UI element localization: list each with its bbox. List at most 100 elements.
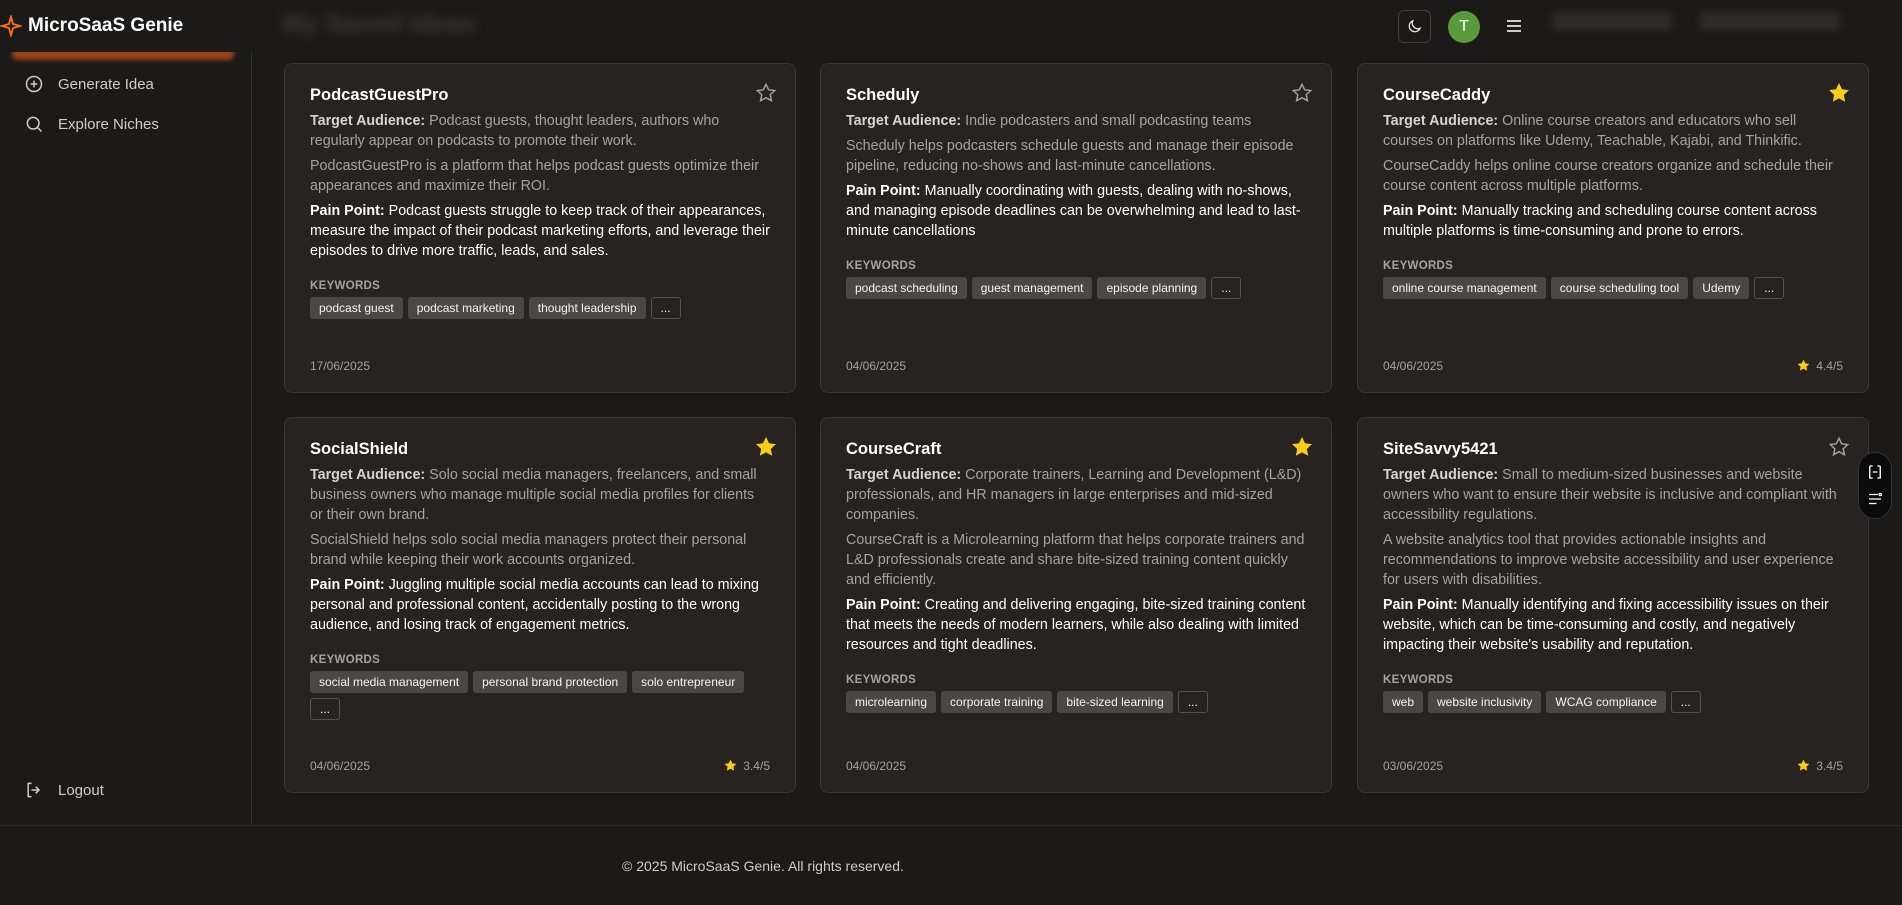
card-description: CourseCaddy helps online course creators… [1383, 158, 1833, 194]
page-title-blurred: My Saved Ideas [282, 8, 476, 38]
card-description: PodcastGuestPro is a platform that helps… [310, 158, 759, 194]
card-footer: 04/06/2025 4.4/5 [1383, 358, 1843, 373]
idea-card[interactable]: CourseCaddy Target Audience: Online cour… [1357, 63, 1869, 393]
sidebar-item-generate-idea[interactable]: Generate Idea [24, 74, 154, 94]
keywords-label: KEYWORDS [310, 280, 381, 292]
rating-value: 4.4/5 [1816, 358, 1843, 373]
logout-icon [27, 782, 41, 798]
card-date: 04/06/2025 [1383, 358, 1444, 373]
keyword-tags: social media management personal brand p… [310, 671, 770, 720]
more-tags-button[interactable]: ... [310, 698, 341, 720]
search-icon [26, 116, 43, 133]
keyword-tag[interactable]: course scheduling tool [1550, 277, 1689, 299]
idea-card[interactable]: Scheduly Target Audience: Indie podcaste… [820, 63, 1332, 393]
logout-button[interactable]: Logout [24, 780, 104, 800]
star-outline-icon[interactable] [1291, 82, 1313, 104]
star-filled-icon [1797, 359, 1810, 371]
keywords-label: KEYWORDS [1383, 674, 1454, 686]
translate-icon[interactable] [1866, 463, 1884, 481]
star-outline-icon[interactable] [755, 82, 777, 104]
theme-toggle-button[interactable] [1398, 10, 1431, 43]
star-outline-icon[interactable] [1828, 436, 1850, 458]
star-filled-icon[interactable] [1828, 82, 1850, 104]
keywords-label: KEYWORDS [846, 260, 917, 272]
card-date: 17/06/2025 [310, 359, 371, 373]
app-name: MicroSaaS Genie [28, 15, 184, 36]
sparkle-icon [0, 15, 22, 37]
card-footer: 03/06/2025 3.4/5 [1383, 758, 1843, 773]
keyword-tags: microlearning corporate training bite-si… [846, 691, 1306, 713]
keyword-tag[interactable]: WCAG compliance [1546, 691, 1666, 713]
idea-card[interactable]: SocialShield Target Audience: Solo socia… [284, 417, 796, 793]
keyword-tag[interactable]: microlearning [846, 691, 937, 713]
card-date: 03/06/2025 [1383, 758, 1444, 773]
keyword-tag[interactable]: episode planning [1097, 277, 1207, 299]
card-title: SocialShield [310, 440, 409, 458]
keyword-tag[interactable]: personal brand protection [473, 671, 628, 693]
pain-point: Pain Point: Manually tracking and schedu… [1383, 203, 1817, 239]
plus-circle-icon [25, 75, 43, 93]
keywords-label: KEYWORDS [310, 654, 381, 666]
keyword-tag[interactable]: online course management [1383, 277, 1546, 299]
avatar[interactable]: T [1448, 11, 1480, 43]
logout-label: Logout [58, 781, 104, 799]
app-logo[interactable]: MicroSaaS Genie [0, 15, 183, 37]
keyword-tag[interactable]: corporate training [941, 691, 1053, 713]
keyword-tag[interactable]: thought leadership [528, 297, 646, 319]
keyword-tag[interactable]: solo entrepreneur [632, 671, 745, 693]
card-footer: 17/06/2025 [310, 359, 770, 373]
rating: 3.4/5 [1796, 758, 1843, 773]
card-footer: 04/06/2025 [846, 359, 1306, 373]
keyword-tags: podcast scheduling guest management epis… [846, 277, 1306, 299]
keyword-tag[interactable]: podcast marketing [407, 297, 524, 319]
star-filled-icon [724, 759, 737, 771]
list-settings-icon[interactable] [1866, 490, 1884, 508]
more-tags-button[interactable]: ... [1211, 277, 1242, 299]
star-filled-icon[interactable] [1291, 436, 1313, 458]
keyword-tags: online course management course scheduli… [1383, 277, 1843, 299]
rating: 4.4/5 [1796, 358, 1843, 373]
star-filled-icon [1797, 759, 1810, 771]
rating-value: 3.4/5 [743, 758, 770, 773]
star-filled-icon[interactable] [755, 436, 777, 458]
idea-card[interactable]: SiteSavvy5421 Target Audience: Small to … [1357, 417, 1869, 793]
keyword-tag[interactable]: guest management [971, 277, 1093, 299]
rating-value: 3.4/5 [1816, 758, 1843, 773]
target-audience: Target Audience: Online course creators … [1383, 113, 1802, 149]
card-title: CourseCraft [846, 440, 942, 458]
keyword-tag[interactable]: podcast scheduling [846, 277, 967, 299]
more-tags-button[interactable]: ... [1754, 277, 1785, 299]
sidebar-item-explore-niches[interactable]: Explore Niches [24, 114, 159, 134]
rating: 3.4/5 [723, 758, 770, 773]
footer-copyright: © 2025 MicroSaaS Genie. All rights reser… [622, 858, 904, 874]
blurred-header-control [1700, 12, 1840, 30]
more-tags-button[interactable]: ... [1177, 691, 1208, 713]
keyword-tag[interactable]: website inclusivity [1428, 691, 1542, 713]
card-description: A website analytics tool that provides a… [1383, 532, 1834, 588]
keyword-tag[interactable]: social media management [310, 671, 469, 693]
card-title: PodcastGuestPro [310, 86, 449, 104]
card-title: Scheduly [846, 86, 920, 104]
keywords-label: KEYWORDS [1383, 260, 1454, 272]
keywords-label: KEYWORDS [846, 674, 917, 686]
target-audience: Target Audience: Solo social media manag… [310, 467, 757, 523]
idea-card[interactable]: PodcastGuestPro Target Audience: Podcast… [284, 63, 796, 393]
pain-point: Pain Point: Manually coordinating with g… [846, 183, 1301, 239]
more-tags-button[interactable]: ... [650, 297, 681, 319]
floating-tools-widget [1858, 452, 1892, 519]
target-audience: Target Audience: Small to medium-sized b… [1383, 467, 1837, 523]
idea-card[interactable]: CourseCraft Target Audience: Corporate t… [820, 417, 1332, 793]
target-audience: Target Audience: Indie podcasters and sm… [846, 113, 1252, 129]
keyword-tag[interactable]: bite-sized learning [1057, 691, 1173, 713]
menu-icon [1507, 20, 1521, 32]
keyword-tag[interactable]: web [1383, 691, 1424, 713]
keyword-tag[interactable]: Udemy [1693, 277, 1750, 299]
keyword-tag[interactable]: podcast guest [310, 297, 403, 319]
more-tags-button[interactable]: ... [1670, 691, 1701, 713]
blurred-header-control [1552, 12, 1672, 30]
card-description: CourseCraft is a Microlearning platform … [846, 532, 1305, 588]
hamburger-menu-button[interactable] [1503, 16, 1525, 36]
card-title: CourseCaddy [1383, 86, 1491, 104]
card-title: SiteSavvy5421 [1383, 440, 1498, 458]
sidebar-item-label: Generate Idea [58, 75, 154, 93]
